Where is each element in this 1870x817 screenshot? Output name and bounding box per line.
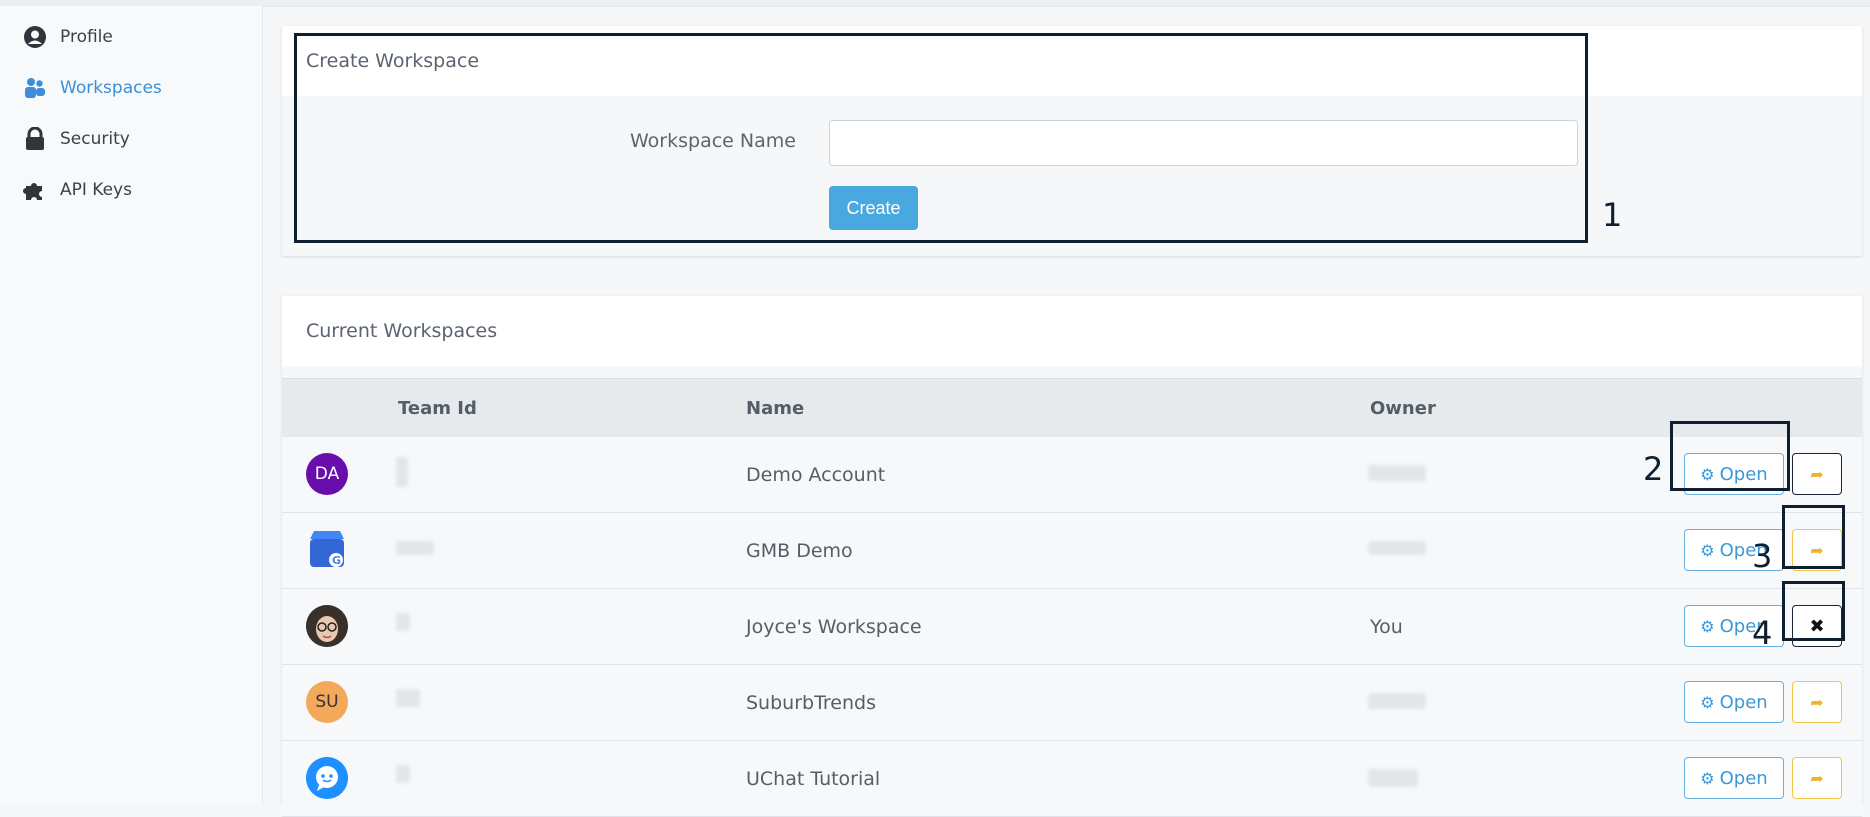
leave-button[interactable]: ➦ (1792, 681, 1842, 723)
column-team-id: Team Id (398, 397, 477, 419)
workspace-owner: You (1370, 615, 1403, 638)
avatar (306, 757, 348, 799)
sidebar-item-profile[interactable]: Profile (22, 22, 113, 52)
avatar: DA (306, 453, 348, 495)
owner-redacted (1368, 693, 1426, 709)
owner-redacted (1368, 769, 1418, 787)
svg-text:G: G (332, 554, 341, 567)
open-button-label: Open (1719, 691, 1768, 713)
open-button[interactable]: ⚙ Open (1684, 757, 1784, 799)
gear-icon: ⚙ (1700, 692, 1715, 712)
team-id-redacted (396, 613, 410, 631)
table-row: SU SuburbTrends ⚙ Open ➦ (282, 665, 1862, 741)
gear-icon: ⚙ (1700, 540, 1715, 560)
users-icon (22, 75, 48, 101)
owner-redacted (1368, 541, 1426, 555)
annotation-box-1 (294, 33, 1588, 243)
table-row: Joyce's Workspace You ⚙ Open ✖ (282, 589, 1862, 665)
sign-out-icon: ➦ (1810, 768, 1824, 788)
open-button[interactable]: ⚙ Open (1684, 681, 1784, 723)
sign-out-icon: ➦ (1810, 692, 1824, 712)
table-header: Team Id Name Owner (282, 378, 1862, 438)
team-id-redacted (396, 689, 420, 707)
annotation-number: 2 (1643, 450, 1664, 488)
annotation-box-2 (1670, 421, 1790, 491)
open-button-label: Open (1719, 767, 1768, 789)
top-bar (0, 0, 1870, 7)
workspace-name: UChat Tutorial (746, 767, 881, 790)
sidebar-item-label: API Keys (60, 180, 132, 200)
avatar: SU (306, 681, 348, 723)
workspace-name: GMB Demo (746, 539, 853, 562)
panel-title: Current Workspaces (282, 296, 1862, 366)
sidebar-item-workspaces[interactable]: Workspaces (22, 73, 162, 103)
leave-button[interactable]: ➦ (1792, 757, 1842, 799)
owner-redacted (1368, 465, 1426, 481)
avatar (306, 605, 348, 647)
workspace-name: SuburbTrends (746, 691, 876, 714)
leave-button[interactable]: ➦ (1792, 453, 1842, 495)
table-row: G GMB Demo ⚙ Open ➦ (282, 513, 1862, 589)
sidebar-item-label: Workspaces (60, 78, 162, 98)
team-id-redacted (396, 765, 410, 783)
table-row: UChat Tutorial ⚙ Open ➦ (282, 741, 1862, 817)
puzzle-icon (22, 177, 48, 203)
workspace-name: Joyce's Workspace (746, 615, 922, 638)
gear-icon: ⚙ (1700, 768, 1715, 788)
avatar: G (306, 529, 348, 571)
gear-icon: ⚙ (1700, 616, 1715, 636)
sidebar-item-label: Security (60, 129, 130, 149)
column-owner: Owner (1370, 397, 1436, 419)
annotation-number: 4 (1752, 614, 1773, 652)
team-id-redacted (396, 541, 434, 555)
annotation-box-3 (1782, 505, 1845, 569)
workspace-name: Demo Account (746, 463, 886, 486)
annotation-box-4 (1782, 581, 1845, 641)
lock-icon (22, 126, 48, 152)
column-name: Name (746, 397, 805, 419)
sidebar: Profile Workspaces Security API Keys (0, 6, 263, 804)
sidebar-item-api-keys[interactable]: API Keys (22, 175, 132, 205)
sidebar-item-security[interactable]: Security (22, 124, 130, 154)
annotation-number: 1 (1602, 196, 1623, 234)
sidebar-item-label: Profile (60, 27, 113, 47)
table-row: DA Demo Account ⚙ Open ➦ (282, 437, 1862, 513)
user-circle-icon (22, 24, 48, 50)
annotation-number: 3 (1752, 537, 1773, 575)
team-id-redacted (396, 457, 408, 487)
sign-out-icon: ➦ (1810, 464, 1824, 484)
current-workspaces-panel: Current Workspaces Team Id Name Owner DA… (282, 296, 1862, 817)
